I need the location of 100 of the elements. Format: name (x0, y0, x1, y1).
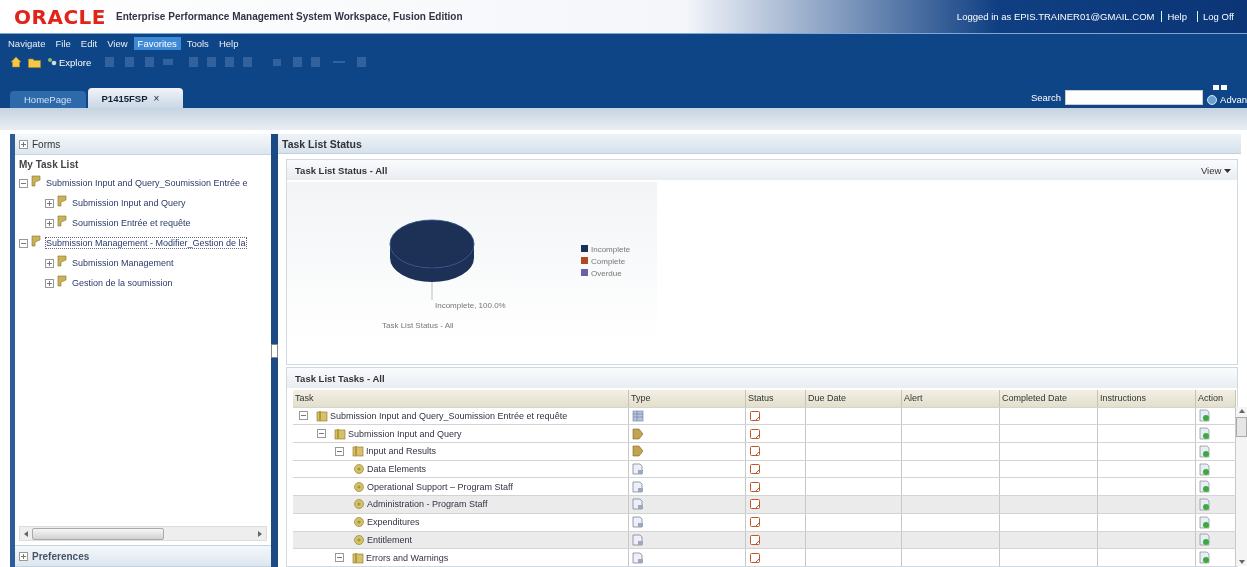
chart-title: Task List Status - All (382, 321, 454, 330)
menu-item[interactable]: Navigate (4, 36, 50, 50)
expand-icon[interactable] (19, 139, 28, 149)
legend-label: Overdue (591, 269, 622, 278)
tree-item[interactable]: Submission Input and Query_Soumission Entrée e (46, 178, 248, 188)
action-icon[interactable] (1199, 444, 1211, 458)
header-link[interactable]: Help (1161, 11, 1192, 22)
folder-icon[interactable] (28, 56, 41, 68)
task-name: Submission Input and Query (348, 428, 462, 439)
expand-icon[interactable] (45, 278, 54, 288)
forms-panel-header[interactable]: Forms (15, 134, 271, 155)
tree-item[interactable]: Submission Management (72, 258, 174, 268)
menu-item[interactable]: Help (214, 36, 243, 50)
section-title: Task List Status (278, 134, 1241, 154)
panel-title: Task List Tasks - All (287, 368, 1237, 388)
column-header[interactable]: Alert (902, 390, 1000, 407)
action-icon[interactable] (1199, 515, 1211, 529)
document-icon (632, 533, 644, 546)
tab[interactable]: P1415FSP × (87, 88, 184, 108)
column-header[interactable]: Status (746, 390, 806, 407)
action-icon[interactable] (1199, 480, 1211, 494)
caret-icon (1224, 168, 1231, 174)
status-icon (749, 498, 761, 511)
tree-item[interactable]: Gestion de la soumission (72, 278, 173, 288)
column-header[interactable]: Type (629, 390, 746, 407)
action-icon[interactable] (1199, 498, 1211, 511)
column-header[interactable]: Action (1196, 390, 1236, 407)
task-name: Expenditures (367, 517, 420, 528)
action-icon[interactable] (1199, 533, 1211, 547)
logged-in-text: Logged in as EPIS.TRAINER01@GMAIL.COM (956, 11, 1155, 22)
panel-title: Task List Status - All (295, 164, 388, 176)
action-icon[interactable] (1199, 427, 1211, 441)
status-icon (749, 409, 761, 422)
menu-item[interactable]: File (51, 36, 75, 50)
tab[interactable]: HomePage (10, 91, 86, 108)
scroll-thumb[interactable] (32, 527, 164, 540)
legend-label: Incomplete (591, 245, 631, 254)
tree-item[interactable]: Submission Input and Query (72, 198, 186, 208)
action-icon[interactable] (1199, 551, 1211, 565)
column-header[interactable]: Task (293, 390, 629, 407)
expand-icon[interactable] (335, 553, 344, 563)
action-icon[interactable] (1199, 409, 1211, 423)
expand-icon[interactable] (317, 429, 326, 439)
arrow-icon (632, 445, 644, 458)
menu-item[interactable]: Favorites (133, 36, 181, 50)
home-icon[interactable] (10, 56, 22, 68)
task-name: Errors and Warnings (366, 552, 449, 563)
task-name: Operational Support – Program Staff (367, 481, 513, 492)
action-icon[interactable] (1199, 462, 1211, 476)
splitter-handle[interactable] (271, 343, 278, 358)
header-link[interactable]: Log Off (1197, 11, 1239, 22)
expand-icon[interactable] (19, 238, 28, 248)
explore-icon (47, 57, 57, 67)
horizontal-scrollbar[interactable] (19, 526, 267, 541)
expand-icon[interactable] (45, 258, 54, 268)
preferences-panel-header[interactable]: Preferences (15, 545, 271, 567)
status-icon (749, 533, 761, 546)
legend-label: Complete (591, 257, 626, 266)
expand-icon[interactable] (19, 551, 28, 561)
task-name: Input and Results (366, 446, 437, 457)
view-menu-button[interactable]: View (1200, 164, 1231, 176)
expand-icon[interactable] (45, 218, 54, 228)
leader-line (431, 281, 433, 301)
menu-item[interactable]: Edit (76, 36, 102, 50)
document-icon (632, 551, 644, 564)
document-icon (632, 498, 644, 511)
menu-item[interactable]: View (103, 36, 132, 50)
tree-item[interactable]: Soumission Entrée et requête (72, 218, 191, 228)
expand-icon[interactable] (335, 446, 344, 456)
folder-icon (352, 551, 364, 564)
data-label: Incomplete, 100.0% (435, 301, 506, 310)
form-icon (632, 409, 644, 422)
folder-icon (352, 445, 364, 458)
advanced-search-link[interactable]: Advan (1207, 94, 1247, 105)
task-name: Data Elements (367, 464, 427, 475)
status-icon (749, 480, 761, 493)
close-icon[interactable]: × (153, 92, 160, 104)
tree-item[interactable]: Submission Management - Modifier_Gestion de la (46, 238, 246, 248)
folder-icon (31, 175, 43, 187)
expand-icon[interactable] (45, 198, 54, 208)
column-header[interactable]: Due Date (806, 390, 902, 407)
task-name: Entitlement (367, 534, 413, 545)
expand-icon[interactable] (19, 178, 28, 188)
expand-icon[interactable] (299, 411, 308, 421)
folder-icon (57, 255, 69, 267)
task-name: Administration - Program Staff (367, 499, 488, 510)
column-header[interactable]: Completed Date (1000, 390, 1098, 407)
scroll-up-icon[interactable] (1237, 407, 1246, 415)
arrow-icon (632, 427, 644, 440)
menu-item[interactable]: Tools (182, 36, 213, 50)
oracle-logo: ORACLE (14, 4, 106, 29)
folder-icon (31, 235, 43, 247)
column-header[interactable]: Instructions (1098, 390, 1196, 407)
task-name: Submission Input and Query_Soumission Entrée et requête (330, 410, 568, 421)
scroll-thumb[interactable] (1236, 417, 1247, 437)
scroll-down-icon[interactable] (1237, 558, 1246, 566)
document-icon (632, 463, 644, 476)
search-field[interactable] (1065, 90, 1204, 105)
vertical-scrollbar[interactable] (1236, 407, 1247, 566)
explore-button[interactable]: Explore (47, 56, 92, 68)
